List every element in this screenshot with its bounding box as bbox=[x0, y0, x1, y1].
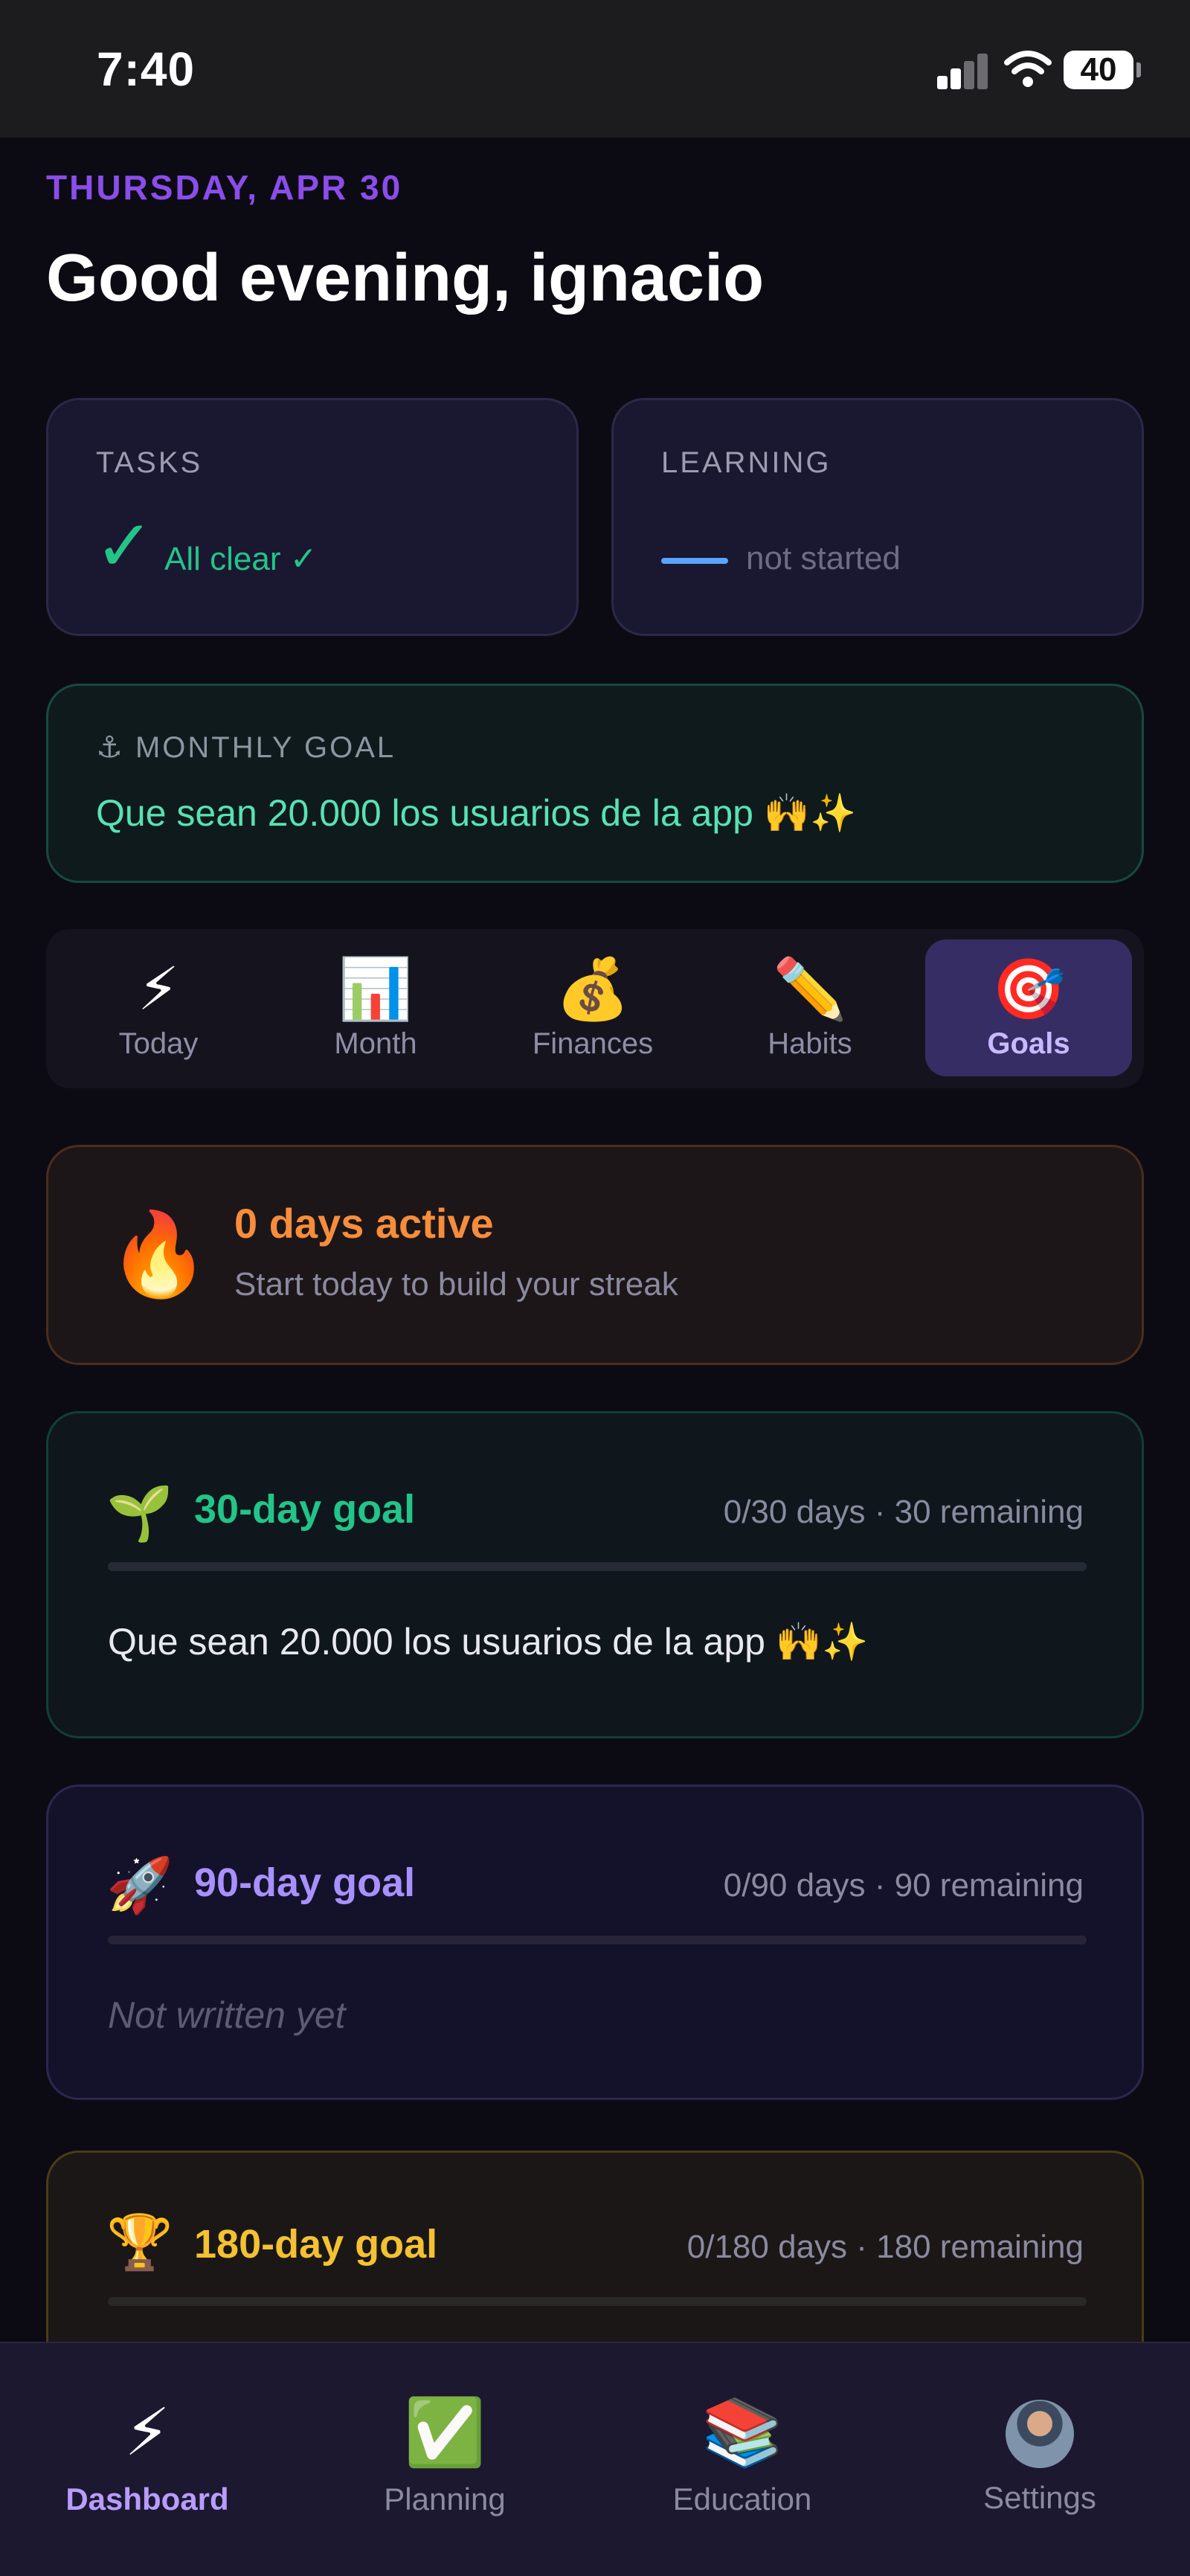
tasks-card[interactable]: TASKS ✓ All clear ✓ bbox=[46, 398, 579, 636]
monthly-goal-text: Que sean 20.000 los usuarios de la app 🙌… bbox=[96, 792, 857, 834]
wifi-icon bbox=[1004, 51, 1052, 87]
trophy-icon: 🏆 bbox=[106, 2213, 173, 2273]
learning-status: not started bbox=[746, 540, 901, 576]
goal-30-text: Que sean 20.000 los usuarios de la app 🙌… bbox=[108, 1621, 869, 1663]
streak-subtitle: Start today to build your streak bbox=[234, 1266, 678, 1303]
nav-label: Education bbox=[672, 2482, 812, 2516]
goal-90-title: 90-day goal bbox=[194, 1860, 416, 1905]
learning-title: LEARNING bbox=[661, 446, 832, 479]
status-time: 7:40 bbox=[97, 42, 196, 96]
goal-30-progress-bar bbox=[108, 1562, 1087, 1571]
books-icon: 📚 bbox=[701, 2395, 783, 2469]
greeting-title: Good evening, ignacio bbox=[46, 241, 765, 315]
status-bar: 7:40 40 bbox=[0, 0, 1190, 138]
bar-chart-icon: 📊 bbox=[338, 956, 413, 1022]
nav-planning[interactable]: ✅ Planning bbox=[333, 2395, 556, 2517]
money-bag-icon: 💰 bbox=[556, 956, 630, 1022]
goal-30-title: 30-day goal bbox=[194, 1487, 416, 1532]
tasks-status: All clear ✓ bbox=[164, 541, 318, 577]
goal-90-card[interactable]: 🚀 90-day goal 0/90 days · 90 remaining N… bbox=[46, 1785, 1144, 2100]
goal-90-progress-bar bbox=[108, 1936, 1087, 1944]
goal-30-meta: 0/30 days · 30 remaining bbox=[723, 1494, 1084, 1530]
bottom-nav: ⚡ Dashboard ✅ Planning 📚 Education Setti… bbox=[0, 2342, 1190, 2576]
check-icon: ✓ bbox=[94, 507, 155, 586]
seedling-icon: 🌱 bbox=[106, 1484, 173, 1544]
fire-icon: 🔥 bbox=[108, 1209, 210, 1300]
tab-habits[interactable]: ✏️ Habits bbox=[707, 939, 913, 1076]
nav-dashboard[interactable]: ⚡ Dashboard bbox=[36, 2395, 259, 2517]
streak-card: 🔥 0 days active Start today to build you… bbox=[46, 1145, 1144, 1365]
target-icon: 🎯 bbox=[991, 956, 1066, 1022]
goal-90-placeholder: Not written yet bbox=[108, 1994, 346, 2036]
section-tabs: ⚡ Today 📊 Month 💰 Finances ✏️ Habits 🎯 G… bbox=[46, 929, 1144, 1088]
goal-180-progress-bar bbox=[108, 2297, 1087, 2306]
rocket-icon: 🚀 bbox=[106, 1856, 173, 1915]
monthly-goal-card[interactable]: ⚓ MONTHLY GOAL Que sean 20.000 los usuar… bbox=[46, 684, 1144, 883]
tab-label: Finances bbox=[532, 1027, 654, 1060]
goal-30-card[interactable]: 🌱 30-day goal 0/30 days · 30 remaining Q… bbox=[46, 1411, 1144, 1738]
learning-card[interactable]: LEARNING not started bbox=[611, 398, 1144, 636]
streak-title: 0 days active bbox=[234, 1200, 494, 1247]
nav-label: Settings bbox=[983, 2480, 1096, 2515]
avatar bbox=[1006, 2400, 1074, 2468]
battery-icon: 40 bbox=[1064, 51, 1141, 89]
nav-label: Planning bbox=[384, 2482, 506, 2516]
tab-goals[interactable]: 🎯 Goals bbox=[925, 939, 1132, 1076]
tab-month[interactable]: 📊 Month bbox=[272, 939, 479, 1076]
monthly-goal-label: ⚓ MONTHLY GOAL bbox=[96, 731, 396, 764]
goal-180-title: 180-day goal bbox=[194, 2222, 438, 2267]
tasks-title: TASKS bbox=[96, 446, 203, 479]
goal-90-meta: 0/90 days · 90 remaining bbox=[723, 1867, 1084, 1904]
tab-label: Month bbox=[334, 1027, 417, 1060]
goal-180-meta: 0/180 days · 180 remaining bbox=[686, 2229, 1084, 2265]
date-label: THURSDAY, APR 30 bbox=[46, 168, 403, 207]
tab-today[interactable]: ⚡ Today bbox=[55, 939, 262, 1076]
tab-label: Habits bbox=[768, 1027, 852, 1060]
check-box-icon: ✅ bbox=[404, 2395, 486, 2469]
lightning-icon: ⚡ bbox=[124, 2395, 170, 2469]
pencil-icon: ✏️ bbox=[773, 956, 847, 1022]
learning-dash-icon bbox=[661, 558, 728, 564]
tab-label: Goals bbox=[987, 1027, 1070, 1060]
nav-label: Dashboard bbox=[65, 2482, 229, 2516]
tab-label: Today bbox=[118, 1027, 199, 1060]
nav-education[interactable]: 📚 Education bbox=[631, 2395, 854, 2517]
tab-finances[interactable]: 💰 Finances bbox=[489, 939, 696, 1076]
lightning-icon: ⚡ bbox=[137, 956, 180, 1022]
nav-settings[interactable]: Settings bbox=[928, 2395, 1151, 2516]
signal-icon bbox=[937, 54, 989, 89]
